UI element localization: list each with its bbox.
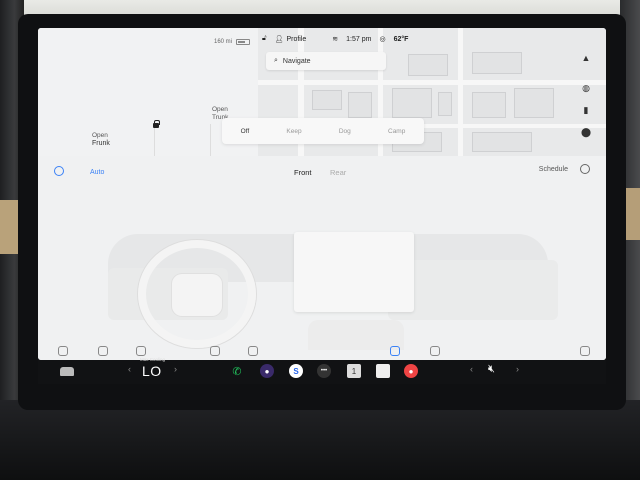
mode-option-off[interactable]: Off — [241, 128, 250, 135]
search-icon: ⌕ — [274, 57, 278, 64]
tab-rear[interactable]: Rear — [330, 168, 346, 177]
auto-button[interactable]: Auto — [90, 169, 104, 176]
center-display — [294, 232, 414, 312]
tpms-icon: ◎ — [379, 36, 386, 43]
charging-icon[interactable]: ▮ — [576, 100, 596, 120]
power-icon[interactable] — [54, 166, 64, 176]
temp-sublabel: Max Cooling — [140, 357, 166, 362]
seat-heat-right-icon[interactable] — [580, 346, 590, 356]
navigate-search-bar[interactable]: ⌕ Navigate — [266, 52, 386, 70]
calendar-icon[interactable]: 1 — [347, 364, 361, 378]
range-text: 160 mi — [213, 39, 232, 45]
cabin-interior-view[interactable] — [68, 200, 578, 350]
compass-icon[interactable]: ▲ — [576, 48, 596, 68]
climate-controls-row — [38, 344, 606, 360]
recirculate-icon[interactable] — [98, 346, 108, 356]
spotify-icon[interactable]: S — [289, 364, 303, 378]
temp-increase-chevron-icon[interactable]: › — [174, 364, 177, 374]
notes-icon[interactable] — [376, 364, 390, 378]
battery-icon — [236, 39, 250, 45]
phone-icon[interactable]: ✆ — [230, 364, 244, 378]
front-defrost-icon[interactable] — [210, 346, 220, 356]
volume-up-chevron-icon[interactable]: › — [516, 364, 519, 374]
climate-panel: Auto Front Rear Schedule — [38, 156, 606, 360]
schedule-button[interactable]: Schedule — [539, 166, 568, 173]
open-frunk-button[interactable]: Open Frunk — [92, 132, 110, 148]
more-icon[interactable]: ••• — [317, 364, 331, 378]
ac-icon[interactable] — [430, 346, 440, 356]
mode-option-camp[interactable]: Camp — [388, 128, 405, 135]
mode-option-keep[interactable]: Keep — [286, 128, 301, 135]
climate-keep-mode-selector: Off Keep Dog Camp — [222, 118, 424, 144]
status-bar: 🔓︎ 👤︎ Profile ≋ 1:57 pm ◎ 62°F — [258, 28, 606, 50]
volume-down-chevron-icon[interactable]: ‹ — [470, 364, 473, 374]
battery-indicator: 160 mi — [214, 39, 250, 45]
clock-time: 1:57 pm — [346, 35, 372, 43]
unlock-icon[interactable] — [152, 120, 160, 128]
navigate-placeholder: Navigate — [282, 57, 311, 65]
fan-icon[interactable] — [390, 346, 400, 356]
profile-label: Profile — [286, 35, 307, 43]
location-pin-icon[interactable]: ⬤ — [576, 122, 596, 142]
frunk-action: Open — [92, 132, 108, 139]
record-icon[interactable]: ● — [404, 364, 418, 378]
background-console — [0, 400, 640, 480]
steering-wheel-hub — [172, 274, 222, 316]
rear-defrost-icon[interactable] — [248, 346, 258, 356]
globe-icon[interactable]: ◍ — [576, 78, 596, 98]
outside-temperature: 62°F — [393, 35, 409, 43]
volume-muted-icon[interactable]: 🔇︎ — [488, 363, 495, 376]
taskbar: ‹ Max Cooling LO › ✆ ● S ••• 1 ● ‹ 🔇︎ › — [38, 357, 606, 384]
lock-status-icon[interactable]: 🔓︎ — [262, 35, 267, 43]
frunk-label: Frunk — [92, 140, 110, 147]
car-icon[interactable] — [60, 367, 74, 376]
mode-option-dog[interactable]: Dog — [339, 128, 351, 135]
tab-front[interactable]: Front — [294, 168, 312, 177]
seat-heat-left-icon[interactable] — [58, 346, 68, 356]
person-icon: 👤︎ — [274, 36, 284, 43]
touchscreen: ▲ ◍ ▮ ⬤ 🔓︎ 👤︎ Profile ≋ 1:57 pm ◎ 62°F ⌕… — [38, 28, 606, 360]
cabin-temp-value[interactable]: LO — [142, 363, 162, 379]
clock-icon[interactable] — [580, 164, 590, 174]
camera-icon[interactable]: ● — [260, 364, 274, 378]
wifi-icon: ≋ — [332, 36, 339, 43]
trunk-action: Open — [212, 106, 228, 113]
temp-decrease-chevron-icon[interactable]: ‹ — [128, 364, 131, 374]
profile-button[interactable]: 👤︎ Profile — [274, 35, 307, 44]
seat-icon[interactable] — [136, 346, 146, 356]
